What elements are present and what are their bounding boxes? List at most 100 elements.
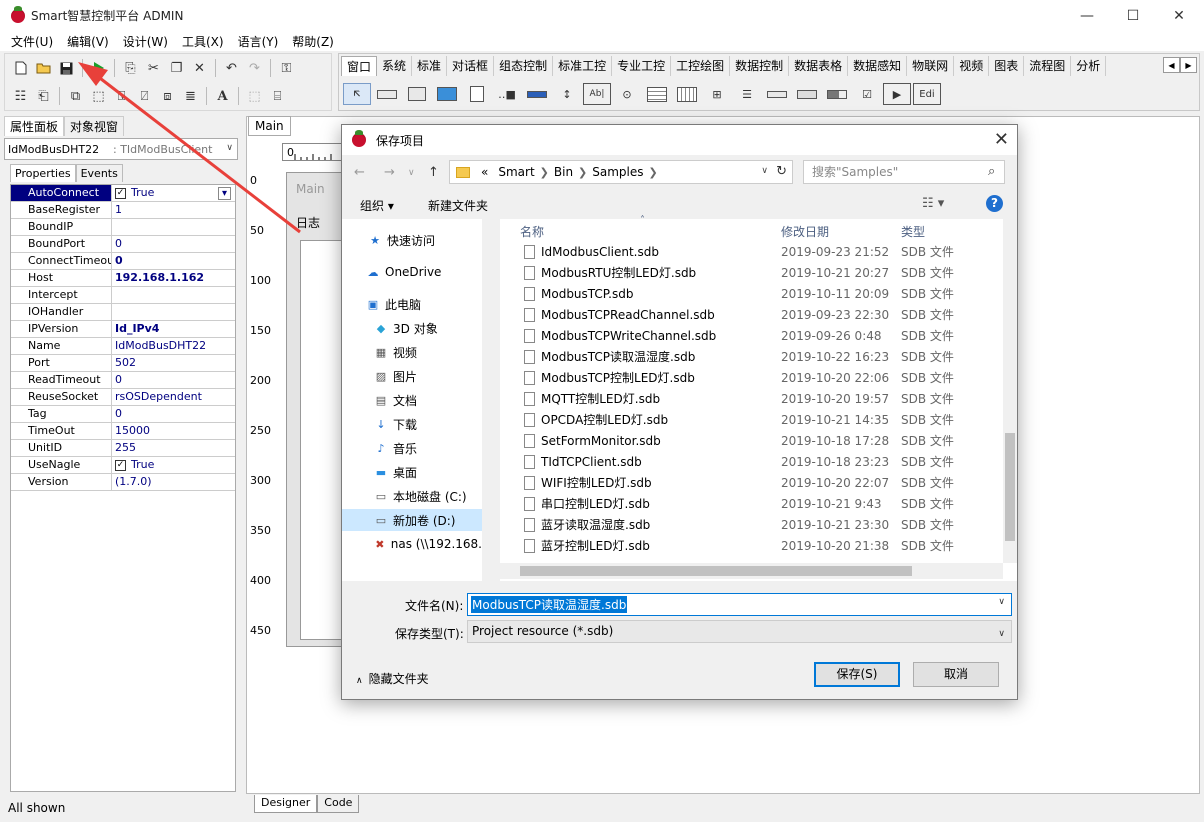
back-icon[interactable]: ← [354,165,365,180]
palette-tab[interactable]: 分析 [1071,56,1107,76]
new-folder-button[interactable]: 新建文件夹 [428,197,488,214]
property-value[interactable]: 192.168.1.162 [112,270,204,286]
redo-icon[interactable]: ↷ [243,57,266,79]
property-value[interactable]: 255 [112,440,136,456]
size-icon[interactable]: ⬚ [243,85,266,107]
combobox-icon[interactable] [763,83,791,105]
column-type[interactable]: 类型 [901,223,925,240]
file-row[interactable]: OPCDA控制LED灯.sdb 2019-10-21 14:35 SDB 文件 [500,409,1003,430]
menu-file[interactable]: 文件(U) [4,33,60,50]
property-value[interactable]: 0 [112,406,122,422]
breadcrumb-smart[interactable]: Smart [498,165,534,179]
property-value[interactable]: 15000 [112,423,150,439]
property-row[interactable]: Port 502 [11,355,235,372]
listbox-icon[interactable]: ☰ [733,83,761,105]
copy-icon[interactable]: ⎘ [119,57,142,79]
button-icon[interactable] [793,83,821,105]
property-value[interactable]: IdModBusDHT22 [112,338,206,354]
property-row[interactable]: AutoConnect ✓ True ▾ [11,185,235,202]
tab-properties[interactable]: Properties [10,164,76,182]
nav-item[interactable]: ♪ 音乐 [342,437,482,459]
help-icon[interactable]: ? [986,195,1003,212]
checkbox-icon[interactable]: ✓ [115,187,126,199]
progress-icon[interactable] [823,83,851,105]
address-bar[interactable]: « Smart ❯ Bin ❯ Samples ❯ ∨ ↻ [449,160,793,184]
palette-tab[interactable]: 组态控制 [494,56,554,76]
chevron-down-icon[interactable]: ∨ [761,166,768,176]
palette-tab[interactable]: 视频 [954,56,990,76]
key-icon[interactable]: ⚿ [275,57,298,79]
pointer-icon[interactable]: 🡬 [343,83,371,105]
property-value[interactable]: rsOSDependent [112,389,202,405]
property-row[interactable]: Intercept [11,287,235,304]
palette-tab[interactable]: 专业工控 [612,56,672,76]
palette-tab[interactable]: 数据控制 [730,56,790,76]
property-row[interactable]: BaseRegister 1 [11,202,235,219]
palette-tab[interactable]: 图表 [989,56,1025,76]
close-icon[interactable]: ✕ [1156,0,1202,31]
file-row[interactable]: TIdTCPClient.sdb 2019-10-18 23:23 SDB 文件 [500,451,1003,472]
property-row[interactable]: Version (1.7.0) [11,474,235,491]
breadcrumb-bin[interactable]: Bin [554,165,573,179]
tab-events[interactable]: Events [75,164,123,182]
calendar-icon[interactable] [673,83,701,105]
run-icon[interactable] [87,57,110,79]
forward-icon[interactable]: → [384,165,395,180]
chevron-down-icon[interactable]: ∨ [998,597,1005,607]
recent-chevron-icon[interactable]: ∨ [408,168,415,178]
tab-main[interactable]: Main [248,116,291,136]
property-row[interactable]: BoundPort 0 [11,236,235,253]
menu-edit[interactable]: 编辑(V) [60,33,116,50]
palette-tab[interactable]: 窗口 [341,56,378,76]
paste-icon[interactable]: ❐ [165,57,188,79]
view-options-icon[interactable]: ☷ ▾ [922,196,944,211]
palette-tab[interactable]: 系统 [377,56,413,76]
nav-item[interactable]: ▭ 新加卷 (D:) [342,509,482,531]
property-value[interactable]: 0 [112,253,123,269]
bring-front-icon[interactable]: ⧉ [64,85,87,107]
file-row[interactable]: IdModbusClient.sdb 2019-09-23 21:52 SDB 文件 [500,241,1003,262]
tab-code[interactable]: Code [317,795,360,813]
menu-design[interactable]: 设计(W) [116,33,175,50]
file-row[interactable]: ModbusTCP.sdb 2019-10-11 20:09 SDB 文件 [500,283,1003,304]
group-icon[interactable]: ⧈ [156,85,179,107]
hide-folders-toggle[interactable]: ∧ 隐藏文件夹 [356,670,429,687]
property-value[interactable]: Id_IPv4 [112,321,159,337]
refresh-icon[interactable]: ↻ [776,164,787,179]
align-left-icon[interactable]: ⍂ [110,85,133,107]
checkbox-icon[interactable]: ✓ [115,459,126,471]
palette-tab[interactable]: 对话框 [447,56,495,76]
scroll-right-icon[interactable]: ▶ [1180,57,1197,73]
file-row[interactable]: MQTT控制LED灯.sdb 2019-10-20 19:57 SDB 文件 [500,388,1003,409]
palette-tab[interactable]: 数据表格 [789,56,849,76]
panel-icon[interactable] [403,83,431,105]
file-row[interactable]: ModbusTCPReadChannel.sdb 2019-09-23 22:30… [500,304,1003,325]
open-folder-icon[interactable] [32,57,55,79]
horizontal-scrollbar[interactable] [500,563,1003,579]
scroll-thumb[interactable] [520,566,912,576]
cancel-button[interactable]: 取消 [913,662,999,687]
property-row[interactable]: ConnectTimeout 0 [11,253,235,270]
palette-tab[interactable]: 数据感知 [848,56,908,76]
property-value[interactable]: 502 [112,355,136,371]
scroll-left-icon[interactable]: ◀ [1163,57,1180,73]
menu-help[interactable]: 帮助(Z) [285,33,341,50]
nav-item[interactable]: ▤ 文档 [342,389,482,411]
column-name[interactable]: 名称 [520,223,544,240]
nav-item[interactable]: ▬ 桌面 [342,461,482,483]
file-row[interactable]: 串口控制LED灯.sdb 2019-10-21 9:43 SDB 文件 [500,493,1003,514]
maximize-icon[interactable]: ☐ [1110,0,1156,31]
vertical-scrollbar[interactable] [1003,219,1017,563]
file-row[interactable]: 蓝牙控制LED灯.sdb 2019-10-20 21:38 SDB 文件 [500,535,1003,556]
property-row[interactable]: UseNagle ✓ True [11,457,235,474]
tab-object-view[interactable]: 对象视窗 [64,116,125,136]
speech-icon[interactable]: ⊙ [613,83,641,105]
file-row[interactable]: SetFormMonitor.sdb 2019-10-18 17:28 SDB 文件 [500,430,1003,451]
memo-icon[interactable] [463,83,491,105]
property-value[interactable]: ✓ True [112,457,154,473]
nav-scrollbar[interactable] [482,219,496,581]
align-right-icon[interactable]: ⍁ [133,85,156,107]
property-row[interactable]: Name IdModBusDHT22 [11,338,235,355]
palette-tab[interactable]: 物联网 [907,56,955,76]
image-icon[interactable] [433,83,461,105]
